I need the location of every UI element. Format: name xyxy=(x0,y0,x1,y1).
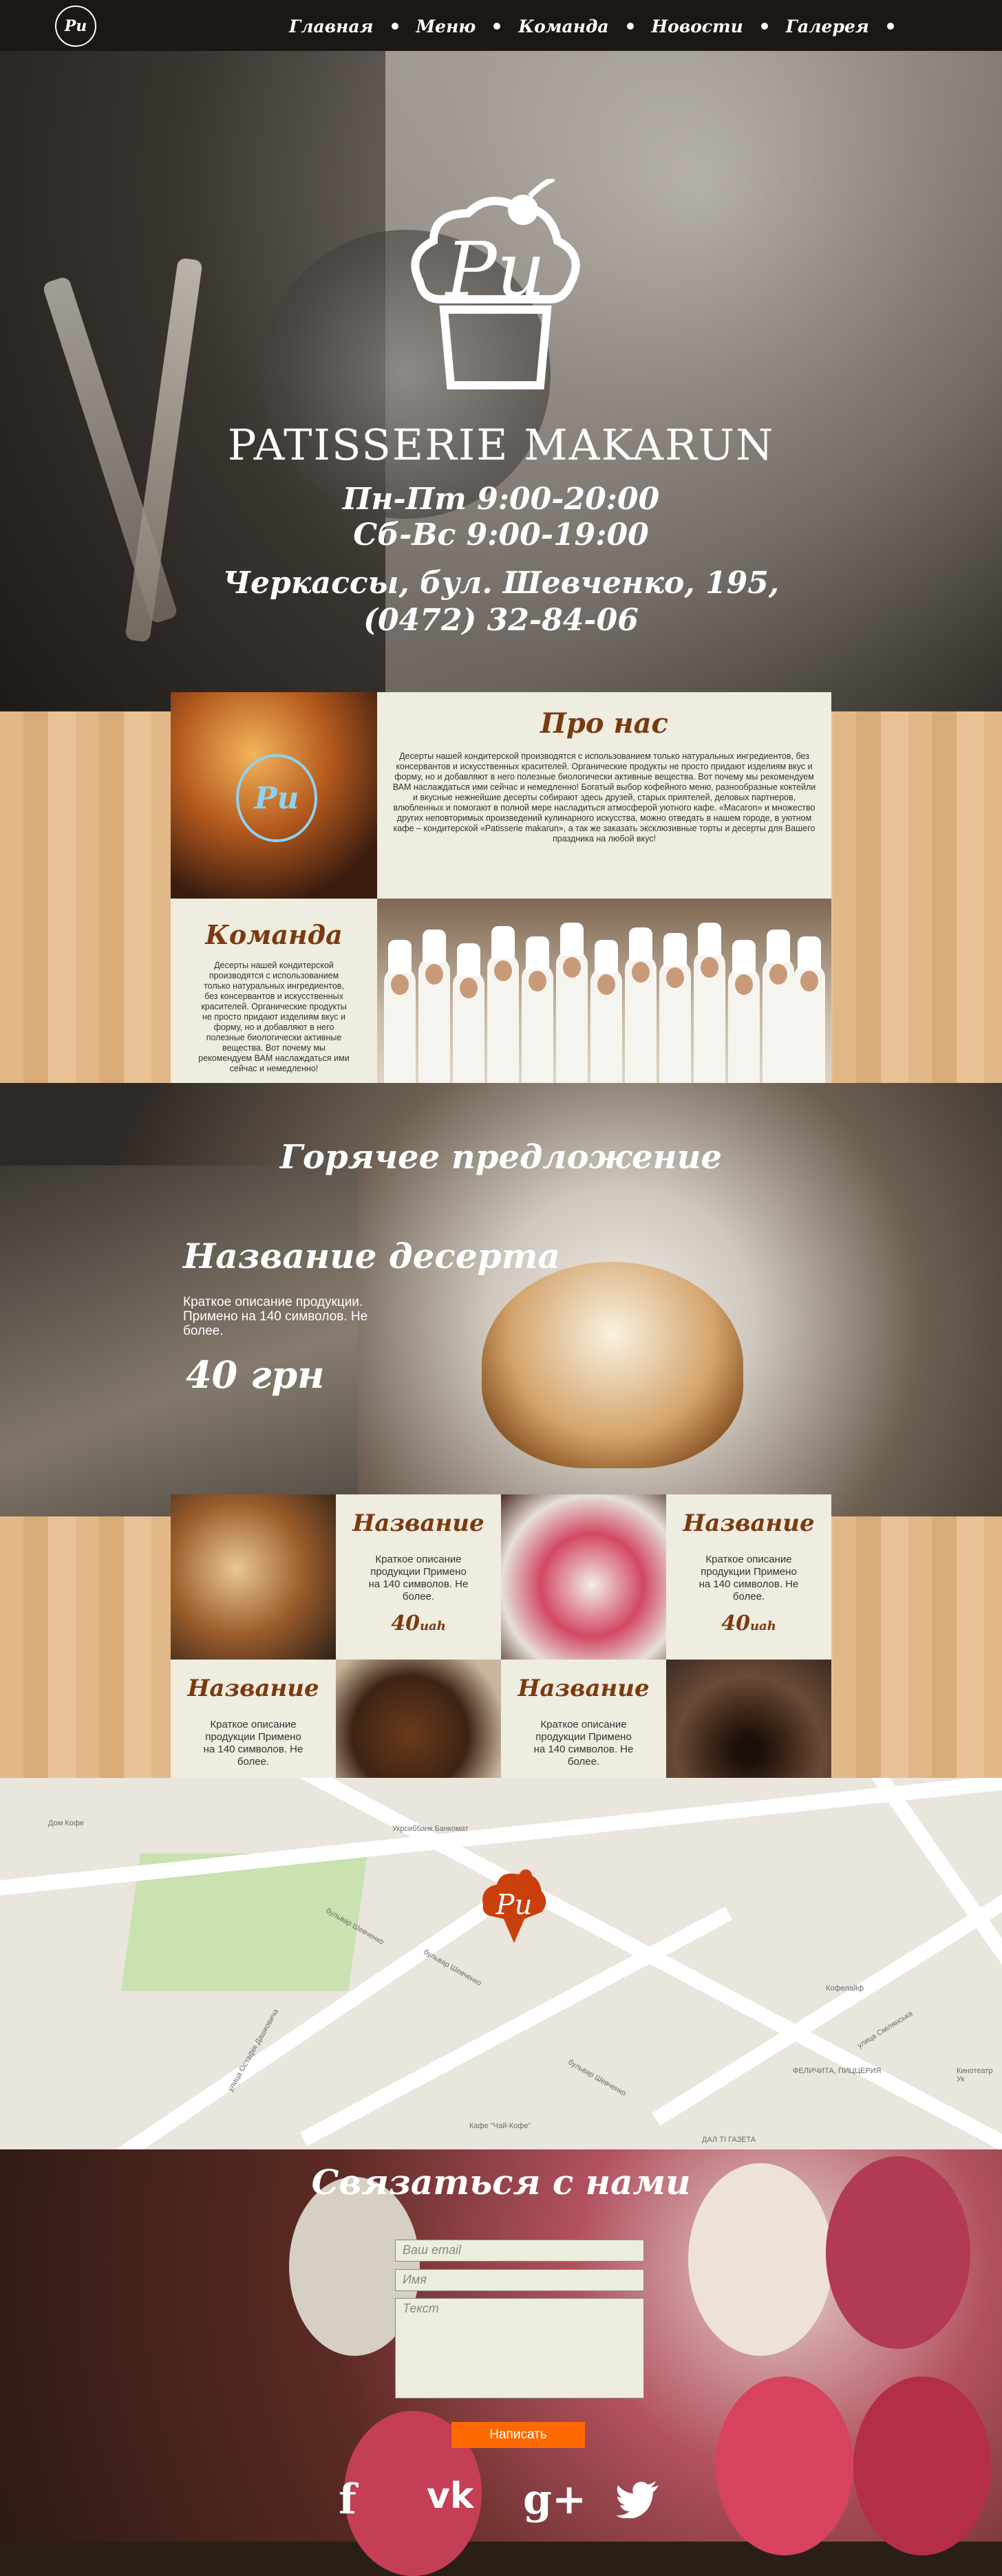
product-name: Название xyxy=(518,1675,650,1702)
dessert-name: Название десерта xyxy=(183,1236,560,1276)
about-title: Про нас xyxy=(540,707,668,740)
team-photo xyxy=(377,899,831,1105)
nav-separator-icon xyxy=(626,23,634,30)
cactus-shelf-image xyxy=(0,1166,358,1523)
product-price: 40uah xyxy=(721,1611,776,1635)
map-label: Кафе "Чай-Кофе" xyxy=(469,2122,531,2130)
twitter-icon[interactable] xyxy=(616,2481,660,2518)
map-label: Кинотеатр Ук xyxy=(957,2067,993,2083)
hot-offer-section: Горячее предложение Название десерта Кра… xyxy=(0,1083,1002,1523)
product-desc: Краткое описание продукции Примено на 14… xyxy=(368,1554,469,1602)
nav-separator-icon xyxy=(886,23,894,30)
product-card[interactable]: Название Краткое описание продукции Прим… xyxy=(666,1494,831,1660)
address: Черкассы, бул. Шевченко, 195, xyxy=(222,566,780,601)
map-label: ФЕЛИЧИТА, ПИЦЦЕРИЯ xyxy=(793,2067,882,2075)
product-desc: Краткое описание продукции Примено на 14… xyxy=(203,1719,303,1768)
hours-weekend: Сб-Вс 9:00-19:00 xyxy=(353,517,649,552)
about-body: Десерты нашей кондитерской производятся … xyxy=(392,751,816,844)
team-title: Команда xyxy=(205,919,343,950)
map-label: бульвар Шевченко xyxy=(566,2058,628,2098)
svg-text:Ри: Ри xyxy=(445,226,546,314)
product-image-raspberry[interactable] xyxy=(501,1494,666,1660)
product-name: Название xyxy=(352,1510,484,1537)
map-label: Кофелайф xyxy=(826,1984,864,1993)
google-plus-icon[interactable]: g+ xyxy=(523,2476,586,2524)
nav-separator-icon xyxy=(391,23,398,30)
email-field[interactable]: Ваш email xyxy=(395,2240,644,2262)
hours-weekdays: Пн-Пт 9:00-20:00 xyxy=(342,482,660,517)
map-pin-icon[interactable]: Ри xyxy=(476,1867,552,1957)
product-name: Название xyxy=(683,1510,815,1537)
dessert-price: 40 грн xyxy=(186,1353,325,1397)
nav-item-news[interactable]: Новости xyxy=(652,17,743,36)
cafe-interior-image: Ри xyxy=(171,692,377,899)
meringue-tart-image xyxy=(482,1262,743,1468)
team-body: Десерты нашей кондитерской производятся … xyxy=(198,960,350,1073)
product-image-cakes[interactable] xyxy=(171,1494,336,1660)
product-card[interactable]: Название Краткое описание продукции Прим… xyxy=(336,1494,501,1660)
neon-logo-icon: Ри xyxy=(236,754,317,842)
chef-figure xyxy=(694,923,725,1105)
brand-title: PATISSERIE MAKARUN xyxy=(227,420,775,470)
dessert-desc: Краткое описание продукции. Примено на 1… xyxy=(183,1295,368,1338)
product-desc: Краткое описание продукции Примено на 14… xyxy=(533,1719,634,1768)
product-name: Название xyxy=(187,1675,319,1702)
nav-separator-icon xyxy=(760,23,768,30)
vk-icon[interactable]: vk xyxy=(427,2476,473,2517)
nav-menu: Главная Меню Команда Новости Галерея xyxy=(289,12,894,40)
phone[interactable]: (0472) 32-84-06 xyxy=(0,603,1002,638)
map-label: Укрсиббанк Банкомат xyxy=(392,1825,469,1833)
nav-item-home[interactable]: Главная xyxy=(289,17,374,36)
nav-item-gallery[interactable]: Галерея xyxy=(786,17,869,36)
message-textarea[interactable]: Текст xyxy=(395,2298,644,2398)
product-desc: Краткое описание продукции Примено на 14… xyxy=(699,1554,799,1602)
map[interactable]: Ри бульвар Шевченко бульвар Шевченко бул… xyxy=(0,1778,1002,2149)
macaron-image xyxy=(853,2376,991,2555)
svg-text:Ри: Ри xyxy=(495,1889,533,1921)
nav-item-team[interactable]: Команда xyxy=(518,17,608,36)
product-price: 40uah xyxy=(391,1611,446,1635)
map-label: улица Смілянська xyxy=(855,2009,915,2050)
send-button[interactable]: Написать xyxy=(451,2422,585,2448)
map-label: бульвар Шевченко xyxy=(422,1948,483,1988)
chef-figure xyxy=(487,926,519,1105)
chef-figure xyxy=(556,923,588,1105)
top-nav: Ри Главная Меню Команда Новости Галерея xyxy=(0,0,1002,51)
nav-separator-icon xyxy=(493,23,501,30)
facebook-icon[interactable]: f xyxy=(339,2476,356,2524)
cupcake-logo-icon: Ри xyxy=(411,179,580,389)
map-label: Дом Кофе xyxy=(48,1819,85,1827)
nav-logo-icon[interactable]: Ри xyxy=(55,6,96,47)
team-panel: Команда Десерты нашей кондитерской произ… xyxy=(171,899,377,1105)
contact-title: Связаться с нами xyxy=(311,2162,691,2202)
nav-item-menu[interactable]: Меню xyxy=(416,17,476,36)
macaron-image xyxy=(716,2376,853,2555)
about-panel: Про нас Десерты нашей кондитерской произ… xyxy=(377,692,831,899)
name-field[interactable]: Имя xyxy=(395,2269,644,2291)
offer-title: Горячее предложение xyxy=(279,1138,723,1177)
map-label: ДАЛ ТІ ГАЗЕТА xyxy=(702,2136,756,2144)
